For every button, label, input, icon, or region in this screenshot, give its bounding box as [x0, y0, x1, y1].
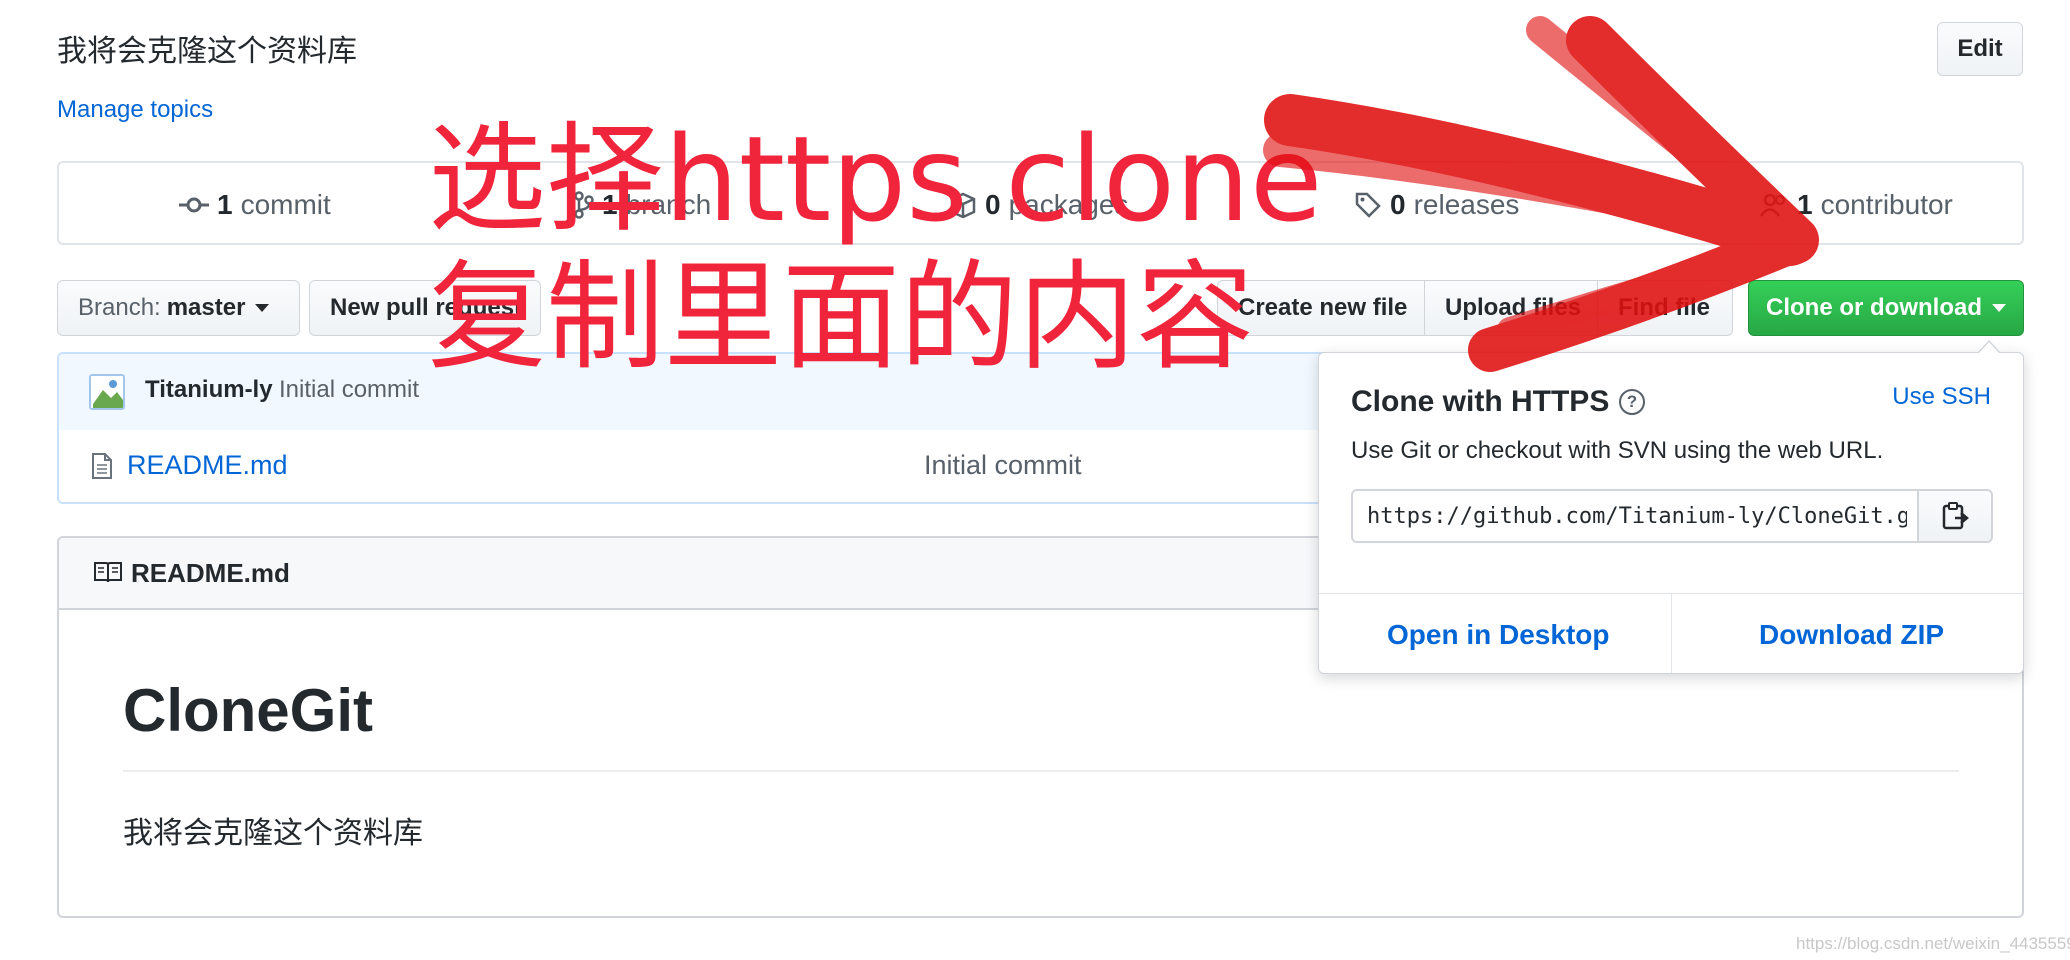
file-name-link[interactable]: README.md [127, 450, 288, 481]
watermark: https://blog.csdn.net/weixin_44355591 [1796, 934, 2070, 953]
edit-description-button[interactable]: Edit [1937, 22, 2023, 76]
branch-select-button[interactable]: Branch: master [57, 280, 300, 336]
commit-author[interactable]: Titanium-ly [145, 376, 273, 404]
book-icon [94, 562, 122, 583]
copy-to-clipboard-button[interactable] [1917, 491, 1991, 541]
manage-topics-link[interactable]: Manage topics [57, 96, 213, 124]
clone-url-input[interactable] [1353, 491, 1921, 541]
red-arrow-annotation [1263, 16, 1819, 372]
readme-divider [123, 770, 1959, 772]
clone-popover: Clone with HTTPS ? Use SSH Use Git or ch… [1318, 340, 2024, 674]
commits-stat[interactable]: 1 commit [179, 189, 331, 221]
commit-icon [179, 197, 209, 213]
download-zip-button[interactable]: Download ZIP [1759, 619, 1944, 651]
open-in-desktop-button[interactable]: Open in Desktop [1387, 619, 1609, 651]
commits-count: 1 [217, 189, 233, 220]
contributors-label: contributor [1820, 189, 1953, 220]
clipboard-icon [1942, 502, 1969, 530]
chevron-down-icon [1992, 304, 2006, 312]
repo-description: 我将会克隆这个资料库 [57, 35, 357, 68]
clone-instructions: Use Git or checkout with SVN using the w… [1351, 437, 1884, 464]
popover-button-divider [1671, 593, 1672, 673]
commits-label: commit [240, 189, 331, 220]
branch-prefix: Branch: [78, 294, 161, 321]
annotation-line-2: 复制里面的内容 [428, 248, 1255, 386]
avatar[interactable] [89, 374, 125, 410]
branch-name: master [166, 294, 246, 321]
file-commit-message[interactable]: Initial commit [924, 450, 1082, 481]
use-ssh-link[interactable]: Use SSH [1892, 383, 1991, 411]
clone-url-group [1351, 489, 1993, 543]
readme-header-title: README.md [131, 558, 290, 588]
broken-image-icon [93, 380, 123, 408]
readme-body: 我将会克隆这个资料库 [123, 817, 423, 850]
annotation-line-1: 选择https clone [428, 110, 1323, 248]
readme-title: CloneGit [123, 677, 373, 744]
chevron-down-icon [255, 304, 270, 312]
commit-message[interactable]: Initial commit [279, 376, 419, 404]
file-icon [92, 453, 112, 479]
